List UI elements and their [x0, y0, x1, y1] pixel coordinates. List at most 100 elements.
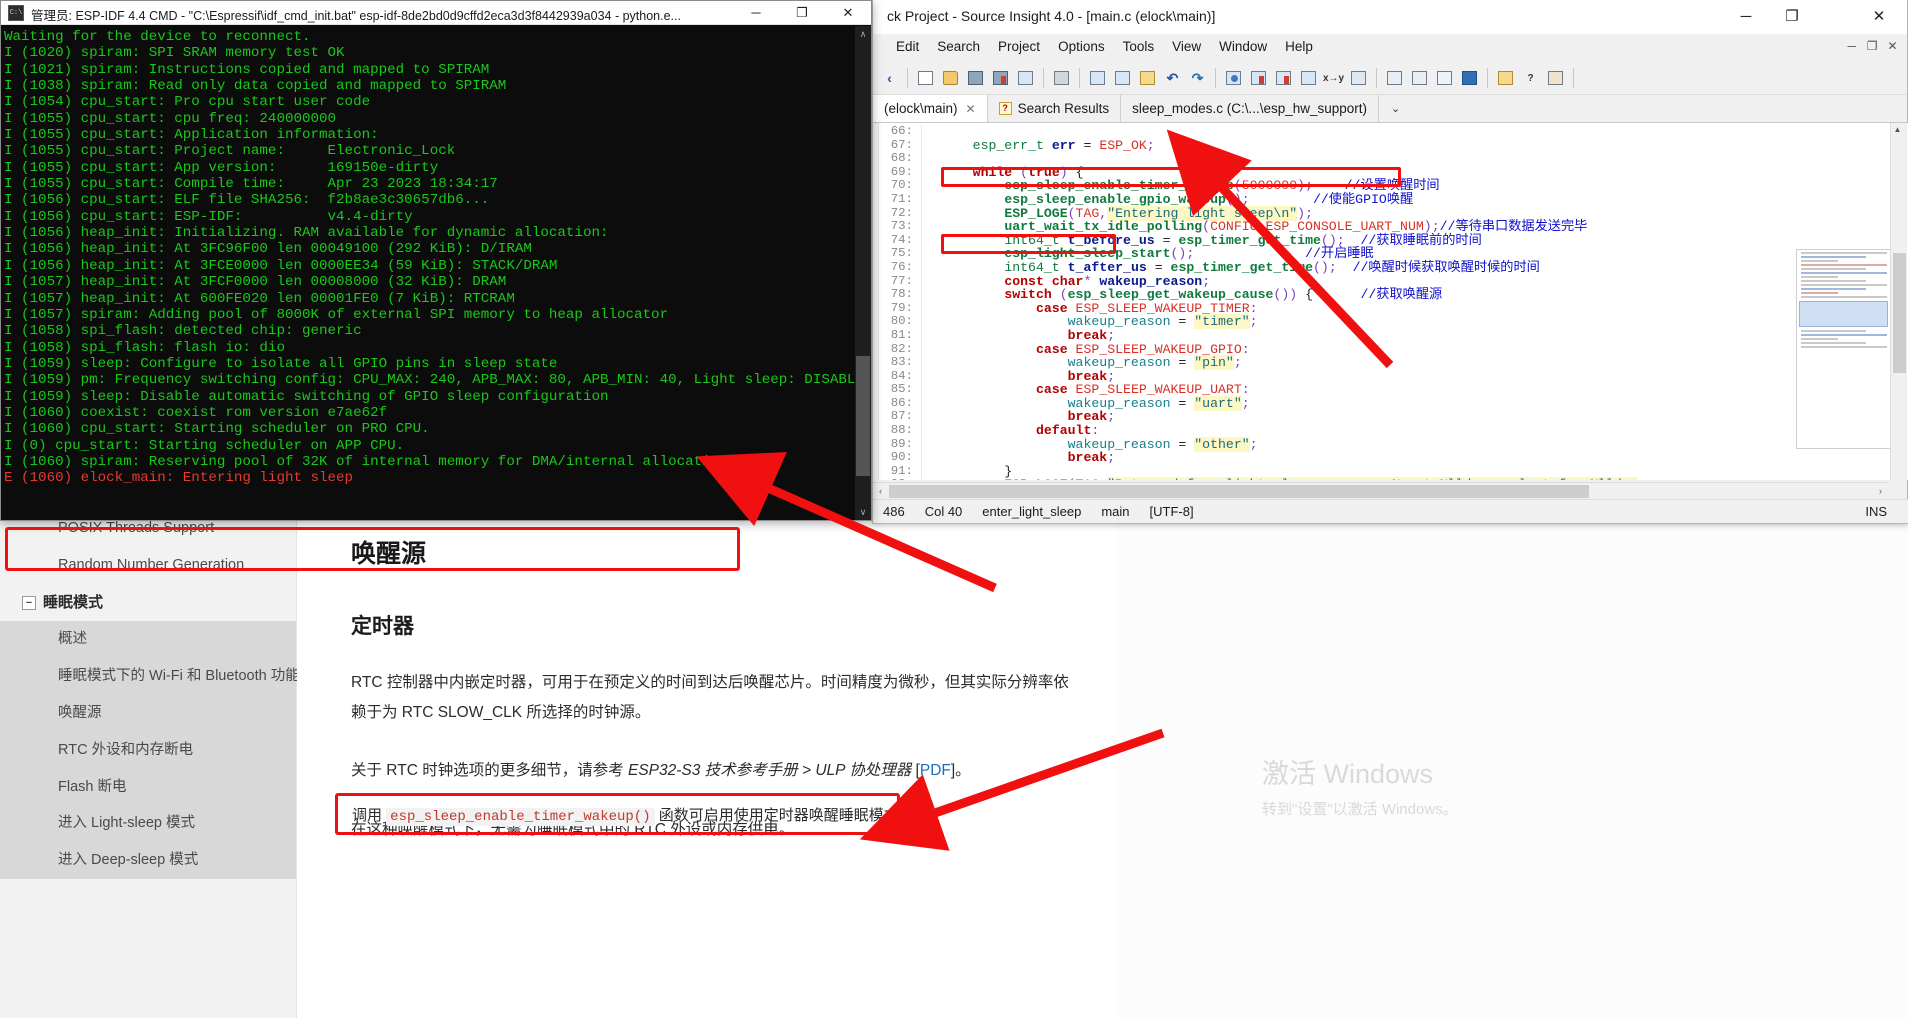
tab-sleep-modes-c[interactable]: sleep_modes.c (C:\...\esp_hw_support): [1121, 95, 1380, 122]
new-file-icon[interactable]: [914, 67, 937, 89]
menu-project[interactable]: Project: [989, 34, 1049, 59]
sidebar-item-rtc-peripheral-power[interactable]: RTC 外设和内存断电: [0, 731, 296, 769]
cmd-console-window[interactable]: C:\ 管理员: ESP-IDF 4.4 CMD - "C:\Espressif…: [0, 0, 872, 571]
search-backward-icon[interactable]: [1247, 67, 1270, 89]
bookmark-icon[interactable]: [1458, 67, 1481, 89]
menu-view[interactable]: View: [1163, 34, 1210, 59]
source-insight-titlebar[interactable]: ck Project - Source Insight 4.0 - [main.…: [873, 0, 1907, 34]
scroll-right-icon[interactable]: ›: [1873, 484, 1888, 499]
code-line[interactable]: 80: wakeup_reason = "timer";: [879, 314, 1908, 330]
chevron-down-icon[interactable]: ⌄: [1379, 95, 1412, 122]
cmd-vertical-scrollbar[interactable]: ∧ ∨: [855, 26, 871, 520]
menu-options[interactable]: Options: [1049, 34, 1114, 59]
save-all-icon[interactable]: [989, 67, 1012, 89]
document-window-controls[interactable]: ─ ❐ ✕: [1843, 39, 1901, 53]
code-line[interactable]: 68:: [879, 152, 1908, 166]
code-editor[interactable]: 66: 67: esp_err_t err = ESP_OK; 68: 69: whi…: [873, 123, 1908, 480]
search-files-icon[interactable]: [1297, 67, 1320, 89]
hscrollbar-thumb[interactable]: [889, 485, 1589, 498]
scroll-up-icon[interactable]: ∧: [855, 26, 871, 42]
menu-edit[interactable]: Edit: [887, 34, 928, 59]
cmd-console-output[interactable]: Waiting for the device to reconnect. I (1…: [1, 26, 856, 520]
code-line[interactable]: 81: break;: [879, 328, 1908, 343]
scroll-down-icon[interactable]: ∨: [855, 504, 871, 520]
sidebar-item-overview[interactable]: 概述: [0, 621, 296, 659]
jump-forward-icon[interactable]: [1408, 67, 1431, 89]
sidebar-item-enter-deep-sleep[interactable]: 进入 Deep-sleep 模式: [0, 842, 296, 880]
code-line[interactable]: 88: default:: [879, 423, 1908, 438]
code-line[interactable]: 86: wakeup_reason = "uart";: [879, 395, 1908, 411]
editor-horizontal-scrollbar[interactable]: ‹ ›: [873, 482, 1888, 499]
code-line[interactable]: 75: esp_light_sleep_start(); //开启睡眠: [879, 247, 1908, 261]
code-line[interactable]: 84: break;: [879, 369, 1908, 384]
doc-sidebar-nav[interactable]: POSIX Threads Support Random Number Gene…: [0, 506, 300, 1018]
tab-close-icon[interactable]: ✕: [966, 102, 976, 116]
sidebar-item-flash-power-down[interactable]: Flash 断电: [0, 768, 296, 806]
scroll-left-icon[interactable]: ‹: [873, 484, 888, 499]
code-line[interactable]: 90: break;: [879, 451, 1908, 465]
browse-web-icon[interactable]: [1347, 67, 1370, 89]
close-button[interactable]: ✕: [1851, 0, 1907, 34]
context-window-icon[interactable]: [1544, 67, 1567, 89]
scroll-up-icon[interactable]: ▲: [1891, 123, 1904, 136]
code-line[interactable]: 82: case ESP_SLEEP_WAKEUP_GPIO:: [879, 342, 1908, 357]
sidebar-item-sleep-modes[interactable]: − 睡眠模式: [0, 584, 296, 622]
search-forward-icon[interactable]: [1272, 67, 1295, 89]
code-line[interactable]: 83: wakeup_reason = "pin";: [879, 355, 1908, 371]
code-line[interactable]: 67: esp_err_t err = ESP_OK;: [879, 138, 1908, 153]
code-lines-container[interactable]: 66: 67: esp_err_t err = ESP_OK; 68: 69: whi…: [879, 124, 1908, 480]
close-file-icon[interactable]: [1014, 67, 1037, 89]
code-line[interactable]: 73: uart_wait_tx_idle_polling(CONFIG_ESP…: [879, 220, 1908, 234]
jump-back-icon[interactable]: [1383, 67, 1406, 89]
print-icon[interactable]: [1050, 67, 1073, 89]
code-line[interactable]: 76: int64_t t_after_us = esp_timer_get_t…: [879, 260, 1908, 275]
tab-main-c[interactable]: (elock\main) ✕: [873, 95, 988, 122]
scrollbar-thumb[interactable]: [1893, 253, 1906, 373]
build-icon[interactable]: [1494, 67, 1517, 89]
code-line[interactable]: 91: }: [879, 464, 1908, 479]
save-icon[interactable]: [964, 67, 987, 89]
code-line[interactable]: 89: wakeup_reason = "other";: [879, 436, 1908, 452]
doc-restore-button[interactable]: ─: [1843, 39, 1860, 53]
sidebar-item-enter-light-sleep[interactable]: 进入 Light-sleep 模式: [0, 805, 296, 843]
redo-icon[interactable]: ↷: [1186, 67, 1209, 89]
code-line[interactable]: 71: esp_sleep_enable_gpio_wakeup(); //使能…: [879, 192, 1908, 207]
open-file-icon[interactable]: [939, 67, 962, 89]
pdf-link[interactable]: PDF: [920, 762, 951, 779]
cut-icon[interactable]: [1086, 67, 1109, 89]
source-insight-toolbar[interactable]: ‹ ↶ ↷ x→y ?: [873, 62, 1907, 95]
back-icon[interactable]: ‹: [878, 67, 901, 89]
maximize-button[interactable]: ❐: [1769, 0, 1815, 34]
code-line[interactable]: 66:: [879, 124, 1908, 139]
copy-icon[interactable]: [1111, 67, 1134, 89]
editor-minimap-panel[interactable]: [1796, 249, 1891, 449]
scrollbar-thumb[interactable]: [856, 356, 870, 476]
undo-icon[interactable]: ↶: [1161, 67, 1184, 89]
paste-icon[interactable]: [1136, 67, 1159, 89]
code-line[interactable]: 92: ESP_LOGE(TAG,"Returned from light sl…: [879, 477, 1908, 480]
menu-help[interactable]: Help: [1276, 34, 1322, 59]
code-line[interactable]: 78: switch (esp_sleep_get_wakeup_cause()…: [879, 288, 1908, 302]
help-icon[interactable]: ?: [1519, 67, 1542, 89]
replace-icon[interactable]: x→y: [1322, 67, 1345, 89]
source-insight-menubar[interactable]: Edit Search Project Options Tools View Window H…: [873, 34, 1907, 62]
code-line[interactable]: 87: break;: [879, 410, 1908, 425]
tree-collapse-icon[interactable]: −: [22, 595, 36, 610]
minimize-button[interactable]: ─: [1723, 0, 1769, 34]
menu-window[interactable]: Window: [1210, 34, 1276, 59]
menu-search[interactable]: Search: [928, 34, 989, 59]
doc-maximize-button[interactable]: ❐: [1864, 39, 1881, 53]
sidebar-item-wakeup-source[interactable]: 唤醒源: [0, 694, 296, 732]
source-insight-tabbar[interactable]: (elock\main) ✕ ? Search Results sleep_mo…: [873, 95, 1907, 123]
cmd-titlebar[interactable]: C:\ 管理员: ESP-IDF 4.4 CMD - "C:\Espressif…: [1, 1, 871, 25]
tab-search-results[interactable]: ? Search Results: [988, 95, 1122, 122]
code-line[interactable]: 85: case ESP_SLEEP_WAKEUP_UART:: [879, 383, 1908, 397]
source-insight-window[interactable]: ck Project - Source Insight 4.0 - [main.…: [872, 0, 1908, 524]
doc-close-button[interactable]: ✕: [1884, 39, 1901, 53]
sidebar-item-wifi-bt-in-sleep[interactable]: 睡眠模式下的 Wi-Fi 和 Bluetooth 功能: [0, 658, 300, 695]
minimize-button[interactable]: ─: [733, 1, 779, 25]
maximize-button[interactable]: ❐: [779, 1, 825, 25]
search-icon[interactable]: [1222, 67, 1245, 89]
editor-vertical-scrollbar[interactable]: ▲: [1890, 123, 1907, 480]
close-button[interactable]: ✕: [825, 1, 871, 25]
